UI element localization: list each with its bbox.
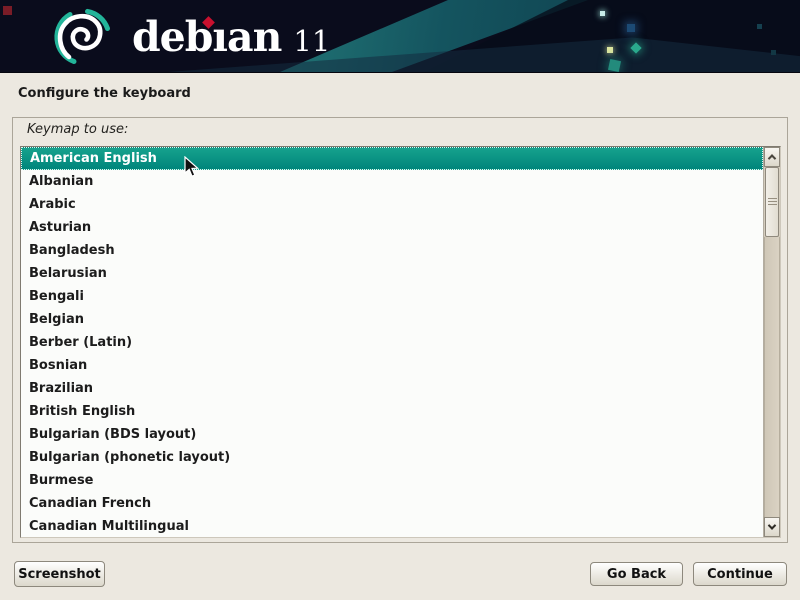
scroll-down-button[interactable] xyxy=(764,517,780,537)
list-item[interactable]: Brazilian xyxy=(21,377,763,400)
debian-swirl-icon xyxy=(46,8,120,68)
go-back-button[interactable]: Go Back xyxy=(590,562,683,586)
list-item[interactable]: Bulgarian (phonetic layout) xyxy=(21,446,763,469)
screenshot-button[interactable]: Screenshot xyxy=(14,561,105,587)
list-item[interactable]: Berber (Latin) xyxy=(21,331,763,354)
chevron-up-icon xyxy=(768,154,776,162)
list-item[interactable]: Canadian French xyxy=(21,492,763,515)
list-item[interactable]: Arabic xyxy=(21,193,763,216)
deco-square xyxy=(627,24,635,32)
scroll-up-button[interactable] xyxy=(764,147,780,167)
list-item[interactable]: Bulgarian (BDS layout) xyxy=(21,423,763,446)
list-item[interactable]: American English xyxy=(21,147,763,170)
scrollbar[interactable] xyxy=(763,147,780,537)
deco-square xyxy=(757,24,762,29)
deco-square xyxy=(771,50,776,55)
deco-square xyxy=(608,59,621,72)
keymap-list: American EnglishAlbanianArabicAsturianBa… xyxy=(21,147,763,537)
continue-button[interactable]: Continue xyxy=(693,562,787,586)
list-item[interactable]: Asturian xyxy=(21,216,763,239)
list-item[interactable]: Belgian xyxy=(21,308,763,331)
version-text: 11 xyxy=(293,24,330,58)
keymap-frame-label: Keymap to use: xyxy=(27,122,128,137)
keymap-listbox: American EnglishAlbanianArabicAsturianBa… xyxy=(20,146,781,538)
list-item[interactable]: Canadian Multilingual xyxy=(21,515,763,537)
corner-red-square xyxy=(3,6,12,15)
chevron-down-icon xyxy=(768,521,776,529)
list-item[interactable]: Burmese xyxy=(21,469,763,492)
list-item[interactable]: Bengali xyxy=(21,285,763,308)
scrollbar-track[interactable] xyxy=(764,237,780,517)
thumb-grip-icon xyxy=(768,198,777,206)
deco-square xyxy=(607,47,613,53)
deco-square xyxy=(600,11,605,16)
scrollbar-thumb[interactable] xyxy=(765,167,779,237)
list-item[interactable]: Bangladesh xyxy=(21,239,763,262)
list-item[interactable]: Belarusian xyxy=(21,262,763,285)
page-title: Configure the keyboard xyxy=(18,86,191,101)
list-item[interactable]: British English xyxy=(21,400,763,423)
wordmark: debıan11 xyxy=(132,8,330,66)
list-item[interactable]: Bosnian xyxy=(21,354,763,377)
installer-banner: debıan11 xyxy=(0,0,800,73)
list-item[interactable]: Albanian xyxy=(21,170,763,193)
